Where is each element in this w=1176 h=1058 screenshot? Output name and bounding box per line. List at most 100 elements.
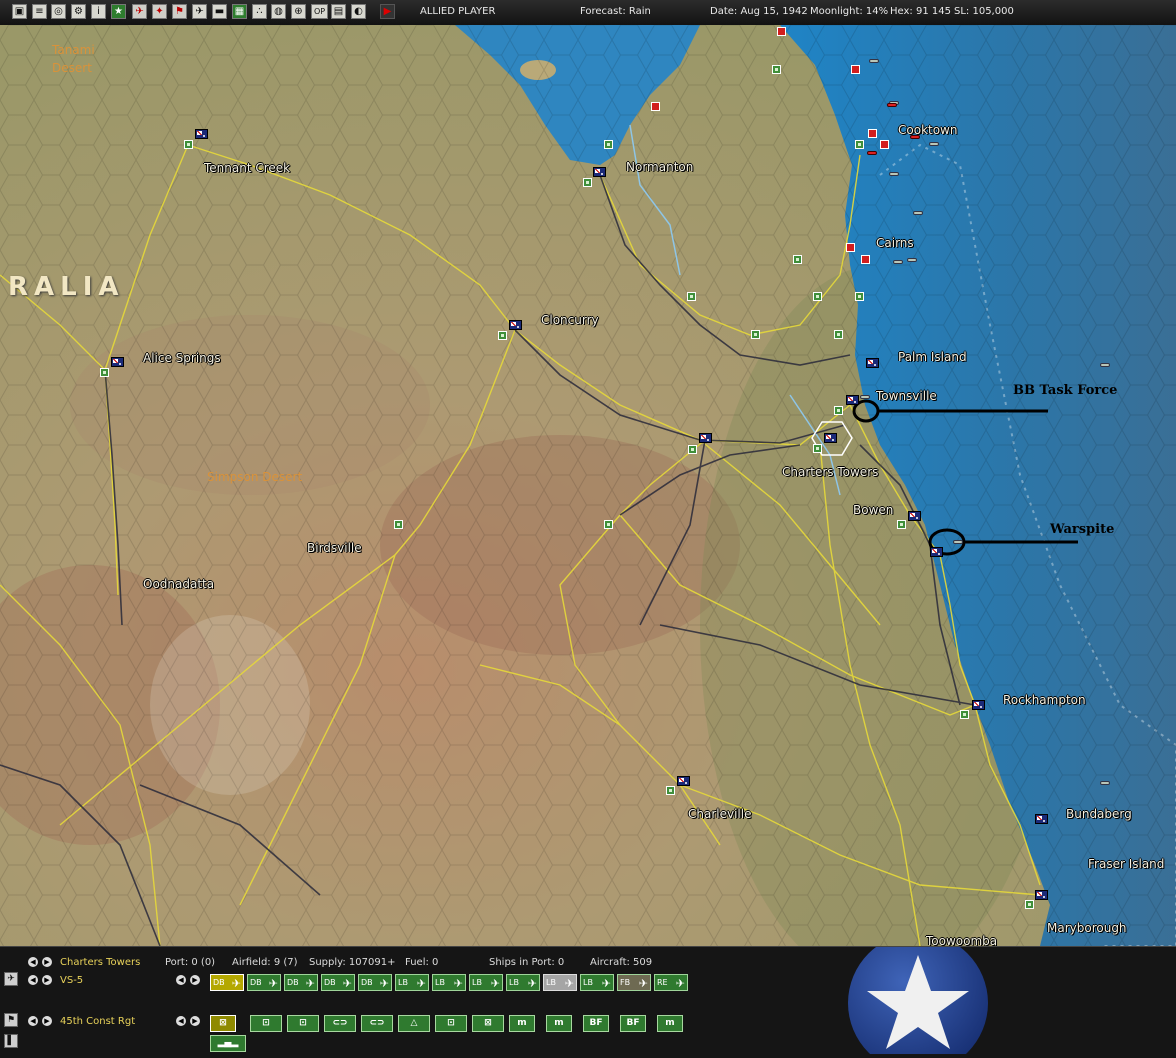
air-group-button[interactable]: DB ✈ <box>321 974 355 991</box>
enemy-base-marker[interactable] <box>846 243 855 252</box>
hq-unit-icon[interactable]: ⊠ <box>210 1015 236 1032</box>
air-unit-name[interactable]: VS-5 <box>60 975 83 986</box>
allied-base-flag[interactable] <box>824 433 837 443</box>
land-unit-info-icon[interactable]: ▌ <box>4 1034 18 1048</box>
land-icon[interactable]: ▬ <box>212 4 227 19</box>
allied-ship[interactable] <box>869 59 879 63</box>
base-name[interactable]: Charters Towers <box>60 957 140 968</box>
next-air-unit-arrow-icon[interactable]: ▶ <box>42 975 52 985</box>
allied-base-flag[interactable] <box>866 358 879 368</box>
next-land-group-arrow-icon[interactable]: ▶ <box>190 1016 200 1026</box>
save-icon[interactable]: ▣ <box>12 4 27 19</box>
allied-base-marker[interactable] <box>394 520 403 529</box>
info-icon[interactable]: i <box>91 4 106 19</box>
allied-base-marker[interactable] <box>813 292 822 301</box>
allied-base-marker[interactable] <box>687 292 696 301</box>
allied-base-marker[interactable] <box>855 292 864 301</box>
end-icon[interactable]: ◐ <box>351 4 366 19</box>
allied-ship[interactable] <box>1100 781 1110 785</box>
ship-icon[interactable]: ✦ <box>152 4 167 19</box>
unit-bar-chart-icon[interactable]: ▂▄▂ <box>210 1035 246 1052</box>
land-unit-button[interactable]: BF <box>620 1015 646 1032</box>
allied-base-marker[interactable] <box>604 140 613 149</box>
allied-base-flag[interactable] <box>972 700 985 710</box>
allied-base-marker[interactable] <box>498 331 507 340</box>
air-group-button[interactable]: LB ✈ <box>580 974 614 991</box>
bb-task-force-ship[interactable] <box>860 395 870 399</box>
allied-base-flag[interactable] <box>1035 814 1048 824</box>
globe-icon[interactable]: ◍ <box>271 4 286 19</box>
air-group-button[interactable]: RE ✈ <box>654 974 688 991</box>
allied-base-flag[interactable] <box>509 320 522 330</box>
infantry-unit-icon[interactable]: ⊡ <box>435 1015 467 1032</box>
prev-land-unit-arrow-icon[interactable]: ◀ <box>28 1016 38 1026</box>
next-air-group-arrow-icon[interactable]: ▶ <box>190 975 200 985</box>
list-icon[interactable]: ≡ <box>32 4 47 19</box>
allied-base-marker[interactable] <box>813 444 822 453</box>
enemy-ship[interactable] <box>887 103 897 107</box>
allied-base-marker[interactable] <box>100 368 109 377</box>
op-icon[interactable]: OP <box>311 4 328 19</box>
air-group-button[interactable]: FB ✈ <box>617 974 651 991</box>
star-icon[interactable]: ★ <box>111 4 126 19</box>
warspite-ship[interactable] <box>953 540 963 544</box>
allied-base-marker[interactable] <box>855 140 864 149</box>
air-group-button[interactable]: LB ✈ <box>506 974 540 991</box>
allied-base-flag[interactable] <box>699 433 712 443</box>
air-group-button[interactable]: LB ✈ <box>432 974 466 991</box>
land-unit-button[interactable]: BF <box>583 1015 609 1032</box>
allied-base-marker[interactable] <box>960 710 969 719</box>
settings-icon[interactable]: ⚙ <box>71 4 86 19</box>
allied-base-marker[interactable] <box>583 178 592 187</box>
enemy-ship[interactable] <box>910 135 920 139</box>
land-unit-button[interactable]: m <box>509 1015 535 1032</box>
allied-base-marker[interactable] <box>604 520 613 529</box>
allied-base-marker[interactable] <box>897 520 906 529</box>
land-unit-button[interactable]: m <box>657 1015 683 1032</box>
allied-base-flag[interactable] <box>1035 890 1048 900</box>
cross-unit-icon[interactable]: ⊠ <box>472 1015 504 1032</box>
enemy-base-marker[interactable] <box>651 102 660 111</box>
target-icon[interactable]: ⊕ <box>291 4 306 19</box>
allied-ship[interactable] <box>913 211 923 215</box>
allied-base-marker[interactable] <box>751 330 760 339</box>
allied-base-marker[interactable] <box>772 65 781 74</box>
allied-base-marker[interactable] <box>1025 900 1034 909</box>
next-base-arrow-icon[interactable]: ▶ <box>42 957 52 967</box>
allied-base-marker[interactable] <box>184 140 193 149</box>
prev-base-arrow-icon[interactable]: ◀ <box>28 957 38 967</box>
allied-base-marker[interactable] <box>793 255 802 264</box>
allied-base-flag[interactable] <box>593 167 606 177</box>
land-unit-flag-icon[interactable]: ⚑ <box>4 1013 18 1027</box>
allied-base-flag[interactable] <box>908 511 921 521</box>
air-group-button[interactable]: LB ✈ <box>543 974 577 991</box>
infantry-unit-icon[interactable]: ⊡ <box>250 1015 282 1032</box>
enemy-ship[interactable] <box>867 151 877 155</box>
allied-ship[interactable] <box>889 172 899 176</box>
enemy-base-marker[interactable] <box>880 140 889 149</box>
air-unit-icon[interactable]: ✈ <box>4 972 18 986</box>
prev-air-group-arrow-icon[interactable]: ◀ <box>176 975 186 985</box>
infantry-unit-icon[interactable]: ⊡ <box>287 1015 319 1032</box>
group-icon[interactable]: ∴ <box>252 4 267 19</box>
air-group-button[interactable]: DB ✈ <box>358 974 392 991</box>
air-group-button[interactable]: DB ✈ <box>210 974 244 991</box>
allied-base-marker[interactable] <box>688 445 697 454</box>
prev-air-unit-arrow-icon[interactable]: ◀ <box>28 975 38 985</box>
map-icon[interactable]: ▦ <box>232 4 247 19</box>
aircraft-icon[interactable]: ✈ <box>132 4 147 19</box>
allied-base-flag[interactable] <box>930 547 943 557</box>
air-group-button[interactable]: LB ✈ <box>469 974 503 991</box>
armor-unit-icon[interactable]: ⊂⊃ <box>324 1015 356 1032</box>
allied-base-marker[interactable] <box>834 330 843 339</box>
allied-base-flag[interactable] <box>111 357 124 367</box>
engineer-unit-icon[interactable]: △ <box>398 1015 430 1032</box>
enemy-base-marker[interactable] <box>777 27 786 36</box>
allied-ship[interactable] <box>929 142 939 146</box>
enemy-base-marker[interactable] <box>868 129 877 138</box>
allied-base-marker[interactable] <box>666 786 675 795</box>
allied-base-flag[interactable] <box>195 129 208 139</box>
next-land-unit-arrow-icon[interactable]: ▶ <box>42 1016 52 1026</box>
allied-base-marker[interactable] <box>834 406 843 415</box>
allied-ship[interactable] <box>1100 363 1110 367</box>
